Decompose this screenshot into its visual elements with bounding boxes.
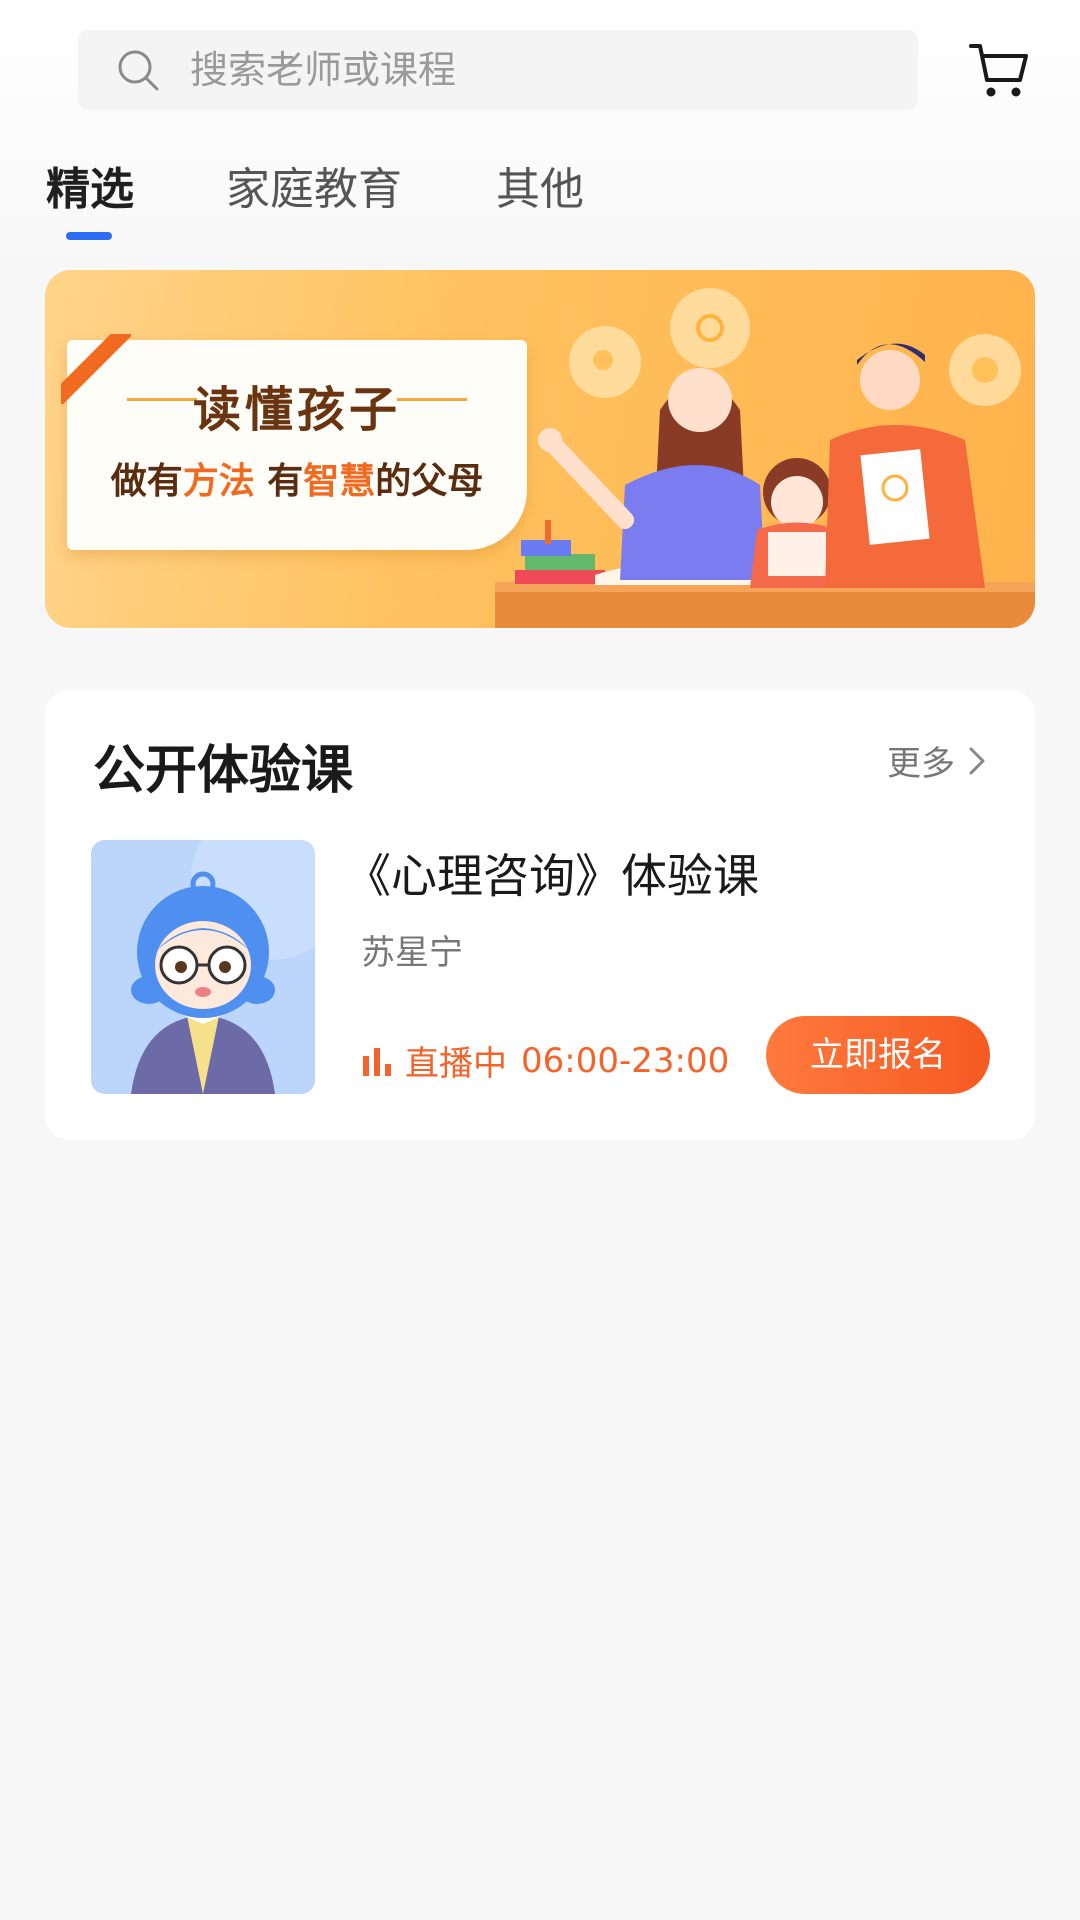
live-bars-icon: [363, 1047, 391, 1076]
open-trial-course-card: 公开体验课 更多 《心理咨询》体验课 苏星宁 直播中 06:00-23:00 立…: [45, 690, 1035, 1140]
search-bar[interactable]: 搜索老师或课程: [78, 30, 918, 110]
family-illustration: [495, 288, 1035, 628]
course-thumbnail[interactable]: [91, 840, 315, 1094]
tab-featured[interactable]: 精选: [46, 162, 134, 218]
more-label: 更多: [887, 744, 955, 784]
live-status: 直播中 06:00-23:00: [361, 1036, 729, 1085]
cart-icon[interactable]: [968, 40, 1030, 102]
tab-bar: 精选 家庭教育 其他: [0, 150, 1080, 250]
course-teacher: 苏星宁: [361, 933, 463, 973]
tab-family-education[interactable]: 家庭教育: [226, 162, 402, 218]
banner-text-card: 读懂孩子 做有方法 有智慧的父母: [67, 340, 527, 550]
search-placeholder: 搜索老师或课程: [190, 48, 457, 92]
top-bar: 搜索老师或课程 精选 家庭教育 其他: [0, 0, 1080, 260]
banner-title: 读懂孩子: [192, 382, 401, 438]
teacher-avatar-illustration: [91, 840, 315, 1094]
banner-deco-line: [397, 398, 467, 401]
search-icon: [118, 50, 159, 91]
banner-subtitle: 做有方法 有智慧的父母: [110, 461, 484, 502]
live-label: 直播中: [405, 1044, 507, 1084]
tab-active-indicator: [66, 232, 112, 240]
chevron-right-icon: [969, 747, 985, 774]
section-title: 公开体验课: [93, 741, 354, 801]
more-link[interactable]: 更多: [887, 736, 991, 785]
tab-other[interactable]: 其他: [496, 162, 584, 218]
course-title[interactable]: 《心理咨询》体验课: [345, 840, 759, 906]
enroll-button[interactable]: 立即报名: [766, 1016, 990, 1094]
promo-banner[interactable]: 读懂孩子 做有方法 有智慧的父母: [45, 270, 1035, 628]
live-time: 06:00-23:00: [521, 1040, 730, 1081]
